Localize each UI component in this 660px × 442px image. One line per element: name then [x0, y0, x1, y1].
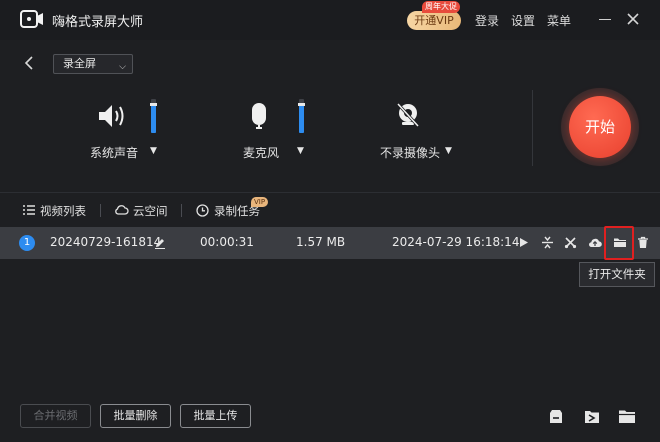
recording-size: 1.57 MB	[296, 235, 346, 249]
tab-separator	[100, 204, 101, 217]
menu-link[interactable]: 菜单	[547, 12, 571, 29]
recording-name: 20240729-161814	[50, 235, 162, 249]
record-mode-value: 录全屏	[63, 57, 96, 70]
microphone-label: 麦克风	[243, 146, 280, 160]
recording-duration: 00:00:31	[200, 235, 254, 249]
app-title: 嗨格式录屏大师	[52, 15, 144, 30]
row-index-badge: 1	[19, 235, 35, 251]
microphone-level-knob[interactable]	[298, 103, 305, 106]
merge-video-button[interactable]: 合并视频	[20, 404, 91, 428]
delete-icon[interactable]	[637, 236, 649, 249]
tab-separator	[181, 204, 182, 217]
tab-cloud-space[interactable]: 云空间	[114, 203, 170, 219]
microphone-level-fill	[299, 104, 304, 133]
batch-delete-button[interactable]: 批量删除	[100, 404, 171, 428]
import-icon[interactable]	[547, 407, 565, 425]
rename-pencil-icon[interactable]	[154, 237, 166, 249]
tab-video-list-label: 视频列表	[40, 204, 86, 218]
minimize-button[interactable]	[599, 19, 611, 20]
title-bar: 嗨格式录屏大师 开通VIP 周年大促 登录 设置 菜单	[0, 0, 660, 40]
batch-upload-button[interactable]: 批量上传	[180, 404, 251, 428]
system-sound-label: 系统声音	[90, 146, 139, 160]
clock-icon	[196, 204, 209, 217]
system-sound-dropdown-icon[interactable]: ▼	[150, 146, 157, 156]
record-mode-select[interactable]: 录全屏 ⌵	[53, 54, 133, 74]
microphone-level-bar[interactable]	[298, 99, 305, 133]
speaker-icon[interactable]	[96, 102, 126, 130]
back-arrow-icon[interactable]	[22, 55, 36, 71]
upload-cloud-icon[interactable]	[588, 236, 602, 249]
cut-icon[interactable]	[564, 236, 577, 249]
vip-badge: VIP	[251, 197, 269, 207]
open-folder-tooltip: 打开文件夹	[579, 262, 655, 287]
tab-video-list[interactable]: 视频列表	[23, 203, 89, 219]
folder-icon[interactable]	[618, 407, 636, 425]
cloud-icon	[115, 205, 129, 215]
list-icon	[23, 205, 35, 215]
play-icon[interactable]	[517, 236, 530, 249]
system-sound-level-fill	[151, 104, 156, 133]
chevron-down-icon: ⌵	[119, 62, 126, 72]
close-icon[interactable]	[626, 12, 640, 26]
login-link[interactable]: 登录	[475, 12, 499, 29]
system-sound-level-bar[interactable]	[150, 99, 157, 133]
camera-label: 不录摄像头	[380, 146, 441, 160]
settings-link[interactable]: 设置	[511, 12, 535, 29]
system-sound-level-knob[interactable]	[150, 103, 157, 106]
section-divider	[0, 192, 660, 193]
open-folder-highlight	[604, 226, 634, 260]
tab-cloud-space-label: 云空间	[133, 204, 168, 218]
microphone-icon[interactable]	[250, 101, 268, 131]
compress-icon[interactable]	[541, 236, 554, 249]
recording-date: 2024-07-29 16:18:14	[392, 235, 520, 249]
vip-button[interactable]: 开通VIP	[407, 11, 461, 30]
camera-off-icon[interactable]	[395, 102, 421, 128]
start-record-button[interactable]: 开始	[569, 96, 631, 158]
table-row[interactable]: 1 20240729-161814 00:00:31 1.57 MB 2024-…	[0, 227, 660, 259]
controls-divider	[532, 90, 533, 166]
vip-promo-badge: 周年大促	[422, 1, 460, 13]
camera-dropdown-icon[interactable]: ▼	[445, 146, 452, 156]
microphone-dropdown-icon[interactable]: ▼	[297, 146, 304, 156]
export-icon[interactable]	[583, 407, 601, 425]
app-logo-icon	[20, 10, 43, 28]
